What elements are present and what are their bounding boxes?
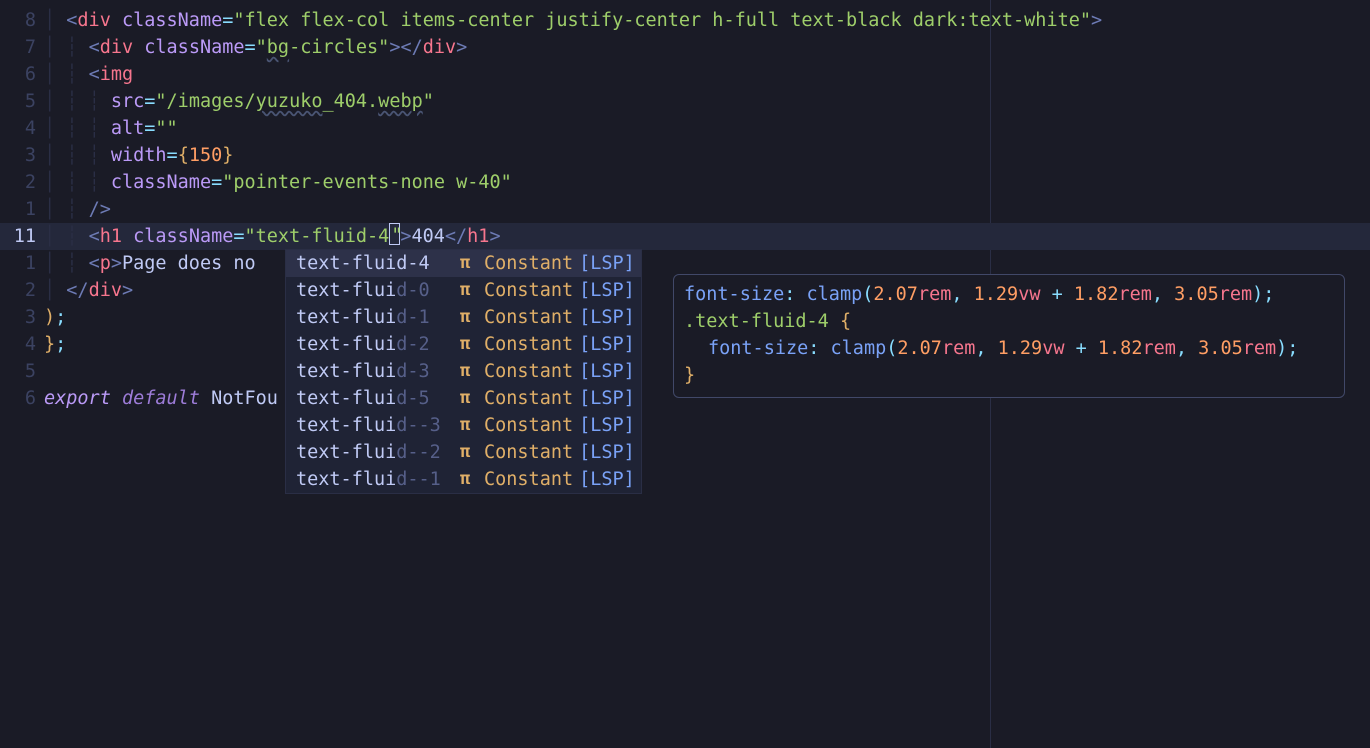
code-line[interactable]: │ ┆ <p>Page does no [44, 250, 1370, 277]
completion-item[interactable]: text-fluid-0πConstant[LSP] [286, 277, 641, 304]
pi-icon: π [460, 277, 484, 304]
code-line[interactable]: │ ┆ <img [44, 61, 1370, 88]
doc-line: font-size: clamp(2.07rem, 1.29vw + 1.82r… [684, 335, 1334, 362]
completion-source: [LSP] [579, 250, 635, 277]
completion-item[interactable]: text-fluid--3πConstant[LSP] [286, 412, 641, 439]
completion-label: text-fluid-4 [296, 250, 460, 277]
line-number: 3 [0, 142, 36, 169]
completion-label: text-fluid--2 [296, 439, 460, 466]
completion-label: text-fluid-3 [296, 358, 460, 385]
line-number-gutter: 8765432111123456 [0, 0, 44, 748]
completion-item[interactable]: text-fluid-2πConstant[LSP] [286, 331, 641, 358]
doc-line: .text-fluid-4 { [684, 308, 1334, 335]
completion-source: [LSP] [579, 304, 635, 331]
completion-source: [LSP] [579, 385, 635, 412]
completion-kind: Constant [484, 250, 573, 277]
pi-icon: π [460, 358, 484, 385]
line-number: 6 [0, 385, 36, 412]
doc-line: } [684, 362, 1334, 389]
completion-source: [LSP] [579, 412, 635, 439]
completion-item[interactable]: text-fluid--1πConstant[LSP] [286, 466, 641, 493]
line-number: 4 [0, 331, 36, 358]
line-number: 5 [0, 88, 36, 115]
completion-kind: Constant [484, 277, 573, 304]
completion-label: text-fluid-1 [296, 304, 460, 331]
line-number: 5 [0, 358, 36, 385]
completion-source: [LSP] [579, 331, 635, 358]
code-line[interactable]: │ ┆ <h1 className="text-fluid-4>404</h1> [44, 223, 1370, 250]
line-number: 1 [0, 250, 36, 277]
line-number: 11 [0, 223, 36, 250]
pi-icon: π [460, 331, 484, 358]
line-number: 4 [0, 115, 36, 142]
code-line[interactable]: │ ┆ ┆ width={150} [44, 142, 1370, 169]
pi-icon: π [460, 250, 484, 277]
completion-source: [LSP] [579, 439, 635, 466]
completion-label: text-fluid-5 [296, 385, 460, 412]
completion-label: text-fluid-2 [296, 331, 460, 358]
code-line[interactable]: │ ┆ ┆ alt="" [44, 115, 1370, 142]
completion-label: text-fluid--3 [296, 412, 460, 439]
completion-source: [LSP] [579, 277, 635, 304]
line-number: 6 [0, 61, 36, 88]
code-line[interactable]: │ ┆ ┆ className="pointer-events-none w-4… [44, 169, 1370, 196]
completion-source: [LSP] [579, 358, 635, 385]
documentation-popup: font-size: clamp(2.07rem, 1.29vw + 1.82r… [673, 274, 1345, 398]
pi-icon: π [460, 412, 484, 439]
completion-kind: Constant [484, 439, 573, 466]
pi-icon: π [460, 385, 484, 412]
line-number: 8 [0, 7, 36, 34]
code-line[interactable]: │ <div className="flex flex-col items-ce… [44, 7, 1370, 34]
line-number: 3 [0, 304, 36, 331]
completion-kind: Constant [484, 466, 573, 493]
completion-item[interactable]: text-fluid-3πConstant[LSP] [286, 358, 641, 385]
line-number: 1 [0, 196, 36, 223]
code-line[interactable]: │ ┆ <div className="bg-circles"></div> [44, 34, 1370, 61]
completion-label: text-fluid--1 [296, 466, 460, 493]
completion-kind: Constant [484, 385, 573, 412]
line-number: 2 [0, 169, 36, 196]
code-line[interactable]: │ ┆ /> [44, 196, 1370, 223]
code-editor[interactable]: 8765432111123456 │ <div className="flex … [0, 0, 1370, 748]
line-number: 7 [0, 34, 36, 61]
completion-label: text-fluid-0 [296, 277, 460, 304]
completion-popup[interactable]: text-fluid-4πConstant[LSP]text-fluid-0πC… [285, 249, 642, 494]
completion-kind: Constant [484, 412, 573, 439]
completion-item[interactable]: text-fluid-5πConstant[LSP] [286, 385, 641, 412]
pi-icon: π [460, 439, 484, 466]
pi-icon: π [460, 304, 484, 331]
completion-item[interactable]: text-fluid-1πConstant[LSP] [286, 304, 641, 331]
completion-source: [LSP] [579, 466, 635, 493]
completion-kind: Constant [484, 304, 573, 331]
line-number: 2 [0, 277, 36, 304]
pi-icon: π [460, 466, 484, 493]
text-cursor [389, 223, 400, 245]
completion-item[interactable]: text-fluid--2πConstant[LSP] [286, 439, 641, 466]
completion-kind: Constant [484, 331, 573, 358]
completion-kind: Constant [484, 358, 573, 385]
code-line[interactable]: │ ┆ ┆ src="/images/yuzuko_404.webp" [44, 88, 1370, 115]
doc-line: font-size: clamp(2.07rem, 1.29vw + 1.82r… [684, 281, 1334, 308]
completion-item[interactable]: text-fluid-4πConstant[LSP] [286, 250, 641, 277]
